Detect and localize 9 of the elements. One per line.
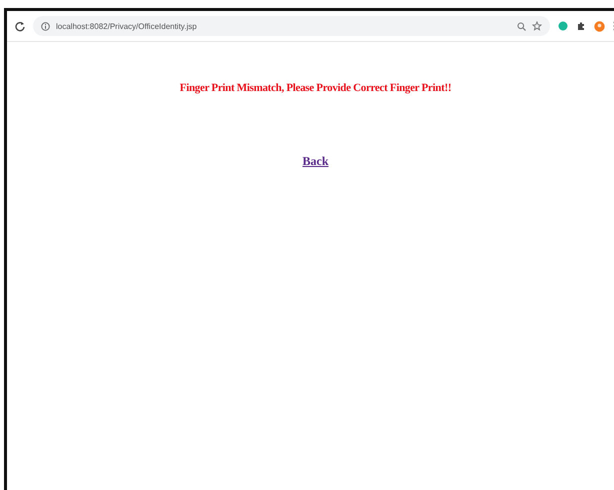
avatar-icon[interactable] (594, 20, 605, 32)
star-icon[interactable] (532, 21, 542, 31)
info-icon[interactable] (41, 22, 50, 30)
address-bar[interactable]: localhost:8082/Privacy/OfficeIdentity.jsp (33, 16, 550, 36)
zoom-icon[interactable] (517, 22, 526, 30)
puzzle-icon[interactable] (576, 21, 586, 31)
back-link[interactable]: Back (302, 154, 328, 169)
error-message: Finger Print Mismatch, Please Provide Correct Finger Print!! (180, 82, 452, 94)
reload-icon[interactable] (15, 20, 25, 32)
